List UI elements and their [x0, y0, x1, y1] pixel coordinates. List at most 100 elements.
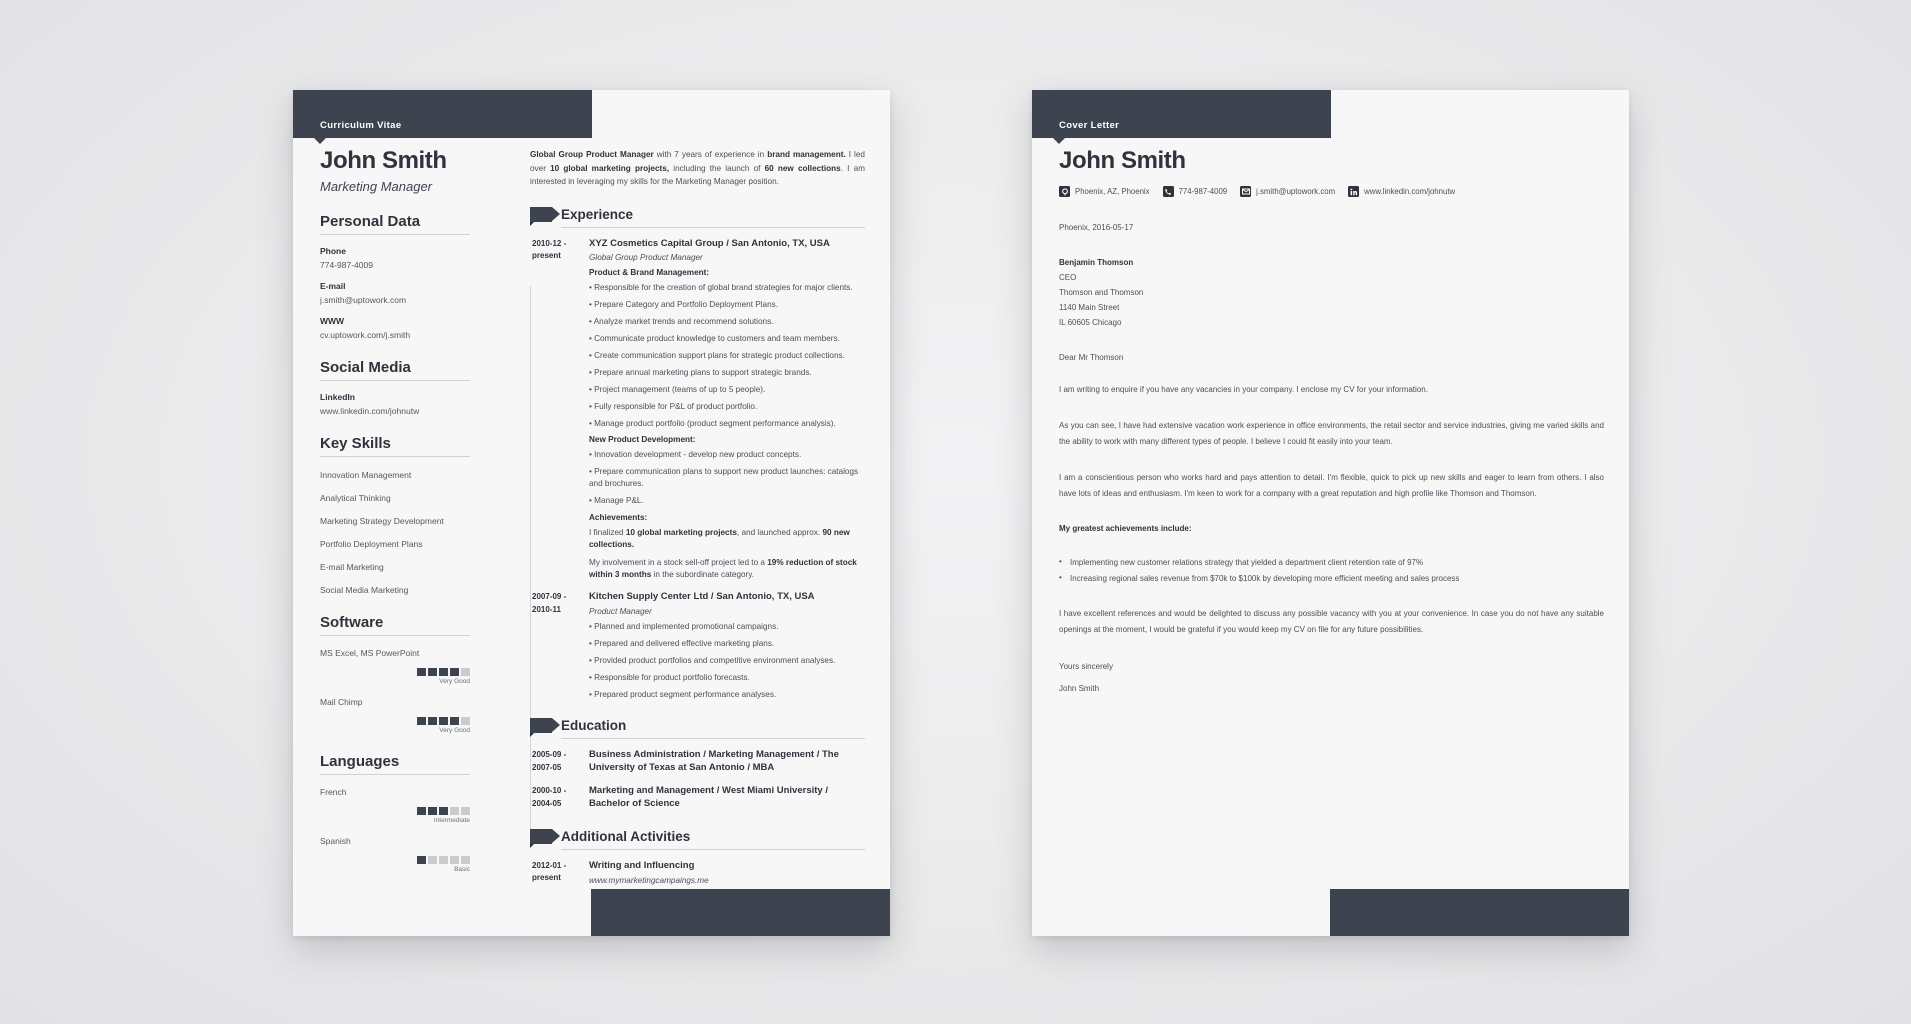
experience-entry: 2010-12 - present XYZ Cosmetics Capital Gr…: [530, 238, 865, 582]
rating-block: [417, 856, 426, 865]
personal-data-item-value: cv.uptowork.com/j.smith: [320, 330, 411, 341]
cl-recipient-line: Thomson and Thomson: [1059, 287, 1144, 297]
language-item: French Intermediate: [320, 787, 470, 824]
cv-name: John Smith: [320, 147, 447, 174]
rating-block: [428, 856, 437, 865]
experience-entry-subtitle: Product Manager: [589, 606, 652, 616]
cl-contact-list: Phoenix, AZ, Phoenix 774-987-4009 j.smith@…: [1059, 186, 1604, 198]
cl-sign-off: Yours sincerely: [1059, 661, 1113, 671]
rating-block: [461, 668, 470, 677]
rating-block: [428, 717, 437, 726]
education-entry-content: Business Administration / Marketing Mana…: [583, 749, 865, 775]
cl-recipient-line: IL 60605 Chicago: [1059, 317, 1122, 327]
education-entry: 2005-09 -2007-05 Business Administration …: [530, 749, 865, 775]
education-rule: [561, 738, 865, 740]
cover-letter-page[interactable]: Cover Letter John Smith Phoenix, AZ, Pho…: [1032, 90, 1629, 936]
cl-paragraph: I am writing to enquire if you have any …: [1059, 385, 1428, 395]
experience-entry-bullet: • Prepared product segment performance a…: [589, 689, 777, 699]
experience-entry-bullet: • Create communication support plans for…: [589, 350, 845, 360]
experience-entry-paragraph: I finalized 10 global marketing projects…: [589, 527, 850, 550]
rating-blocks: [320, 717, 470, 726]
cl-salutation: Dear Mr Thomson: [1059, 353, 1124, 363]
software-item: Mail Chimp Very Good: [320, 697, 470, 734]
experience-entry-subtitle: Global Group Product Manager: [589, 253, 703, 263]
education-heading: Education: [530, 718, 865, 738]
experience-entry-group-heading: Achievements:: [589, 512, 648, 522]
arrow-tag-icon: [530, 206, 560, 226]
software-list: MS Excel, MS PowerPoint Very Good Mail Chi…: [320, 648, 470, 734]
additional-activities-list: 2012-01 - present Writing and Influencing w…: [530, 860, 865, 886]
personal-data-item: WWW cv.uptowork.com/j.smith: [320, 316, 470, 340]
experience-entry-bullet: • Provided product portfolios and compet…: [589, 655, 836, 665]
personal-data-item-value: 774-987-4009: [320, 260, 373, 271]
rating-blocks: [320, 856, 470, 865]
cl-paragraph: As you can see, I have had extensive vac…: [1059, 421, 1604, 447]
rating-block: [417, 668, 426, 677]
cl-footer-bar: [1330, 889, 1629, 936]
experience-entry-bullet: • Communicate product knowledge to custo…: [589, 334, 840, 344]
education-entry-title: Business Administration / Marketing Mana…: [589, 749, 839, 774]
experience-entry-title: Kitchen Supply Center Ltd / San Antonio,…: [589, 591, 815, 603]
cl-recipient-line: Benjamin Thomson: [1059, 258, 1134, 268]
activity-entry: 2012-01 - present Writing and Influencing w…: [530, 860, 865, 886]
experience-entry-bullet: • Innovation development - develop new p…: [589, 450, 802, 460]
rating-block: [417, 717, 426, 726]
cover-letter-body: John Smith Phoenix, AZ, Phoenix 774-987-4…: [1059, 147, 1604, 693]
personal-data-list: Phone 774-987-4009 E-mail j.smith@uptowork.…: [320, 246, 470, 340]
cl-date-line: Phoenix, 2016-05-17: [1059, 223, 1134, 233]
key-skill-item: Marketing Strategy Development: [320, 516, 444, 527]
email-icon: [1240, 186, 1252, 198]
rating-block: [461, 717, 470, 726]
section-languages: Languages: [320, 753, 470, 776]
additional-activities-rule: [561, 848, 865, 850]
experience-entry: 2007-09 -2010-11 Kitchen Supply Center Lt…: [530, 591, 865, 700]
linkedin-icon: [1348, 186, 1360, 198]
education-list: 2005-09 -2007-05 Business Administration …: [530, 749, 865, 810]
rating-block: [439, 856, 448, 865]
cl-contact-text: 774-987-4009: [1178, 187, 1228, 197]
experience-entry-bullet: • Manage product portfolio (product segm…: [589, 418, 836, 428]
cl-header-label: Cover Letter: [1059, 120, 1120, 131]
rating-block: [439, 807, 448, 816]
cl-contact-item: Phoenix, AZ, Phoenix: [1059, 186, 1150, 198]
language-item-name: Spanish: [320, 836, 351, 847]
personal-data-item-value: j.smith@uptowork.com: [320, 295, 407, 306]
location-icon: [1059, 186, 1070, 198]
cl-recipient-block: Benjamin Thomson CEO Thomson and Thomson 11…: [1059, 256, 1604, 330]
experience-entry-date: 2010-12 - present: [532, 238, 567, 261]
education-entry-date: 2000-10 -2004-05: [532, 786, 567, 808]
key-skills-list: Innovation Management Analytical Thinking…: [320, 470, 470, 595]
key-skill-item: E-mail Marketing: [320, 562, 384, 573]
rating-block: [439, 668, 448, 677]
cl-contact-item: 774-987-4009: [1162, 186, 1228, 198]
cv-sidebar: John Smith Marketing Manager Personal Da…: [320, 147, 470, 873]
rating-blocks: [320, 668, 470, 677]
rating-block: [450, 668, 459, 677]
additional-activities-heading: Additional Activities: [530, 828, 865, 848]
cl-recipient-line: CEO: [1059, 273, 1077, 283]
cl-contact-text: www.linkedin.com/johnutw: [1364, 187, 1456, 197]
social-media-item: LinkedIn www.linkedin.com/johnutw: [320, 392, 470, 416]
personal-data-item: Phone 774-987-4009: [320, 246, 470, 270]
arrow-tag-icon: [530, 828, 560, 848]
experience-entry-bullet: • Prepare annual marketing plans to supp…: [589, 367, 812, 377]
personal-data-item-label: Phone: [320, 246, 346, 257]
social-media-list: LinkedIn www.linkedin.com/johnutw: [320, 392, 470, 416]
experience-heading-label: Experience: [561, 206, 634, 222]
personal-data-item-label: E-mail: [320, 281, 346, 292]
cl-contact-item: j.smith@uptowork.com: [1240, 186, 1336, 198]
software-item: MS Excel, MS PowerPoint Very Good: [320, 648, 470, 685]
arrow-tag-icon: [530, 718, 560, 738]
experience-entry-bullet: • Prepare communication plans to support…: [589, 467, 859, 489]
personal-data-item-label: WWW: [320, 316, 345, 327]
cv-page[interactable]: Curriculum Vitae John Smith Marketing Ma…: [293, 90, 890, 936]
cl-contact-text: j.smith@uptowork.com: [1256, 187, 1336, 197]
cl-name: John Smith: [1059, 147, 1186, 174]
software-item-name: Mail Chimp: [320, 697, 363, 708]
rating-block: [450, 856, 459, 865]
software-item-level: Very Good: [439, 678, 470, 686]
experience-entry-bullet: • Project management (teams of up to 5 p…: [589, 384, 766, 394]
cl-header-notch: [1053, 138, 1065, 144]
rating-block: [450, 807, 459, 816]
cl-achievement-item: Implementing new customer relations stra…: [1059, 554, 1604, 570]
